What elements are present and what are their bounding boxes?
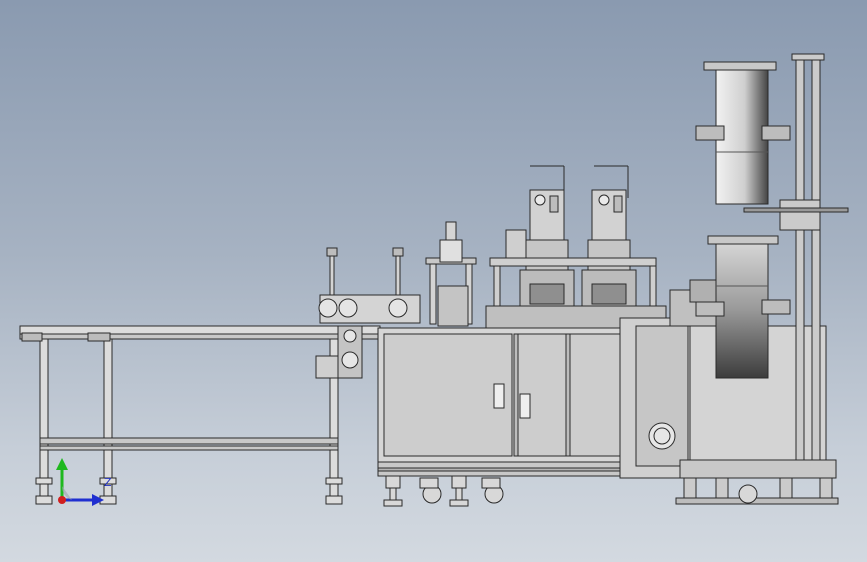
welding-head-left (519, 165, 575, 311)
main-cabinet (377, 327, 641, 477)
machine-model (19, 53, 849, 507)
material-roll-upper (695, 61, 791, 205)
z-axis-icon (58, 496, 66, 504)
welding-frame (485, 229, 667, 329)
z-axis-label: Z (104, 476, 112, 489)
cad-viewport[interactable]: Z (0, 0, 867, 562)
feed-unit (318, 221, 477, 327)
axis-triad-icon[interactable] (52, 458, 112, 510)
caster-wheels (383, 475, 504, 507)
welding-head-right (581, 165, 637, 311)
